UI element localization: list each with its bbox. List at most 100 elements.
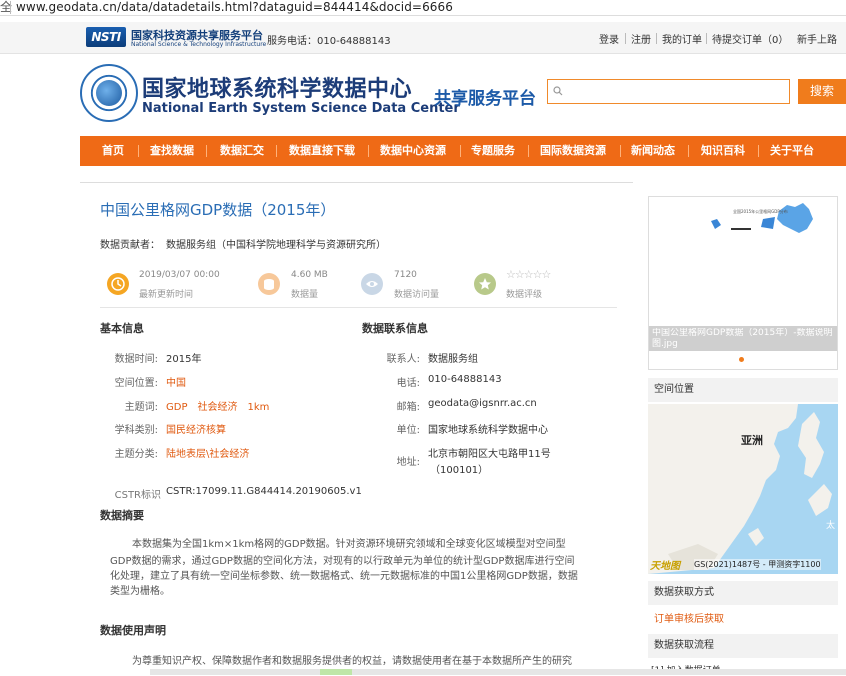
update-time-value: 2019/03/07 00:00 xyxy=(139,270,220,280)
email-label: 邮箱: xyxy=(396,402,420,413)
search-input[interactable] xyxy=(547,79,790,104)
abstract-line: 类型为栅格。 xyxy=(110,586,170,597)
org-label: 单位: xyxy=(396,425,420,436)
divider xyxy=(656,33,657,44)
usage-title: 数据使用声明 xyxy=(100,624,166,637)
location-map[interactable] xyxy=(648,404,838,574)
nsti-logo-subtitle: National Science & Technology Infrastruc… xyxy=(131,41,267,48)
org-value: 国家地球系统科学数据中心 xyxy=(428,425,548,436)
divider xyxy=(276,145,277,157)
pending-orders-link[interactable]: 待提交订单（0） xyxy=(712,31,788,46)
divider xyxy=(706,33,707,44)
nsti-logo-mark[interactable]: NSTI xyxy=(86,27,126,47)
divider xyxy=(625,33,626,44)
search-icon xyxy=(553,86,563,96)
nav-direct-download[interactable]: 数据直接下载 xyxy=(289,136,355,166)
discipline-label: 学科类别: xyxy=(114,425,158,436)
abstract-line: GDP数据的需求，通过GDP数据的空间化方法，对现有的以行政单元为单位的统计型G… xyxy=(110,556,575,567)
data-time-value: 2015年 xyxy=(166,354,202,365)
beginner-guide-link[interactable]: 新手上路 xyxy=(797,31,837,46)
content-panel xyxy=(80,182,633,675)
divider xyxy=(528,145,529,157)
spatial-location-label: 空间位置: xyxy=(114,378,158,389)
nav-intl-resources[interactable]: 国际数据资源 xyxy=(540,136,606,166)
login-link[interactable]: 登录 xyxy=(599,31,619,46)
dataset-title: 中国公里格网GDP数据（2015年） xyxy=(100,201,336,219)
access-process-heading: 数据获取流程 xyxy=(648,634,838,658)
email-value[interactable]: geodata@igsnrr.ac.cn xyxy=(428,398,537,409)
divider xyxy=(460,145,461,157)
carousel-dot[interactable] xyxy=(739,357,744,362)
cstr-value[interactable]: CSTR:17099.11.G844414.20190605.v1 xyxy=(166,486,362,497)
divider xyxy=(206,145,207,157)
tianditu-logo: 天地图 xyxy=(650,561,680,572)
nav-encyclopedia[interactable]: 知识百科 xyxy=(701,136,745,166)
keywords-value[interactable]: GDP 社会经济 1km xyxy=(166,398,269,413)
phone-label: 电话: xyxy=(396,378,420,389)
nav-find-data[interactable]: 查找数据 xyxy=(150,136,194,166)
divider xyxy=(138,145,139,157)
map-label-pacific: 太 xyxy=(826,521,836,531)
map-label-asia: 亚洲 xyxy=(741,434,763,447)
preview-map-image xyxy=(651,199,835,239)
site-title: 国家地球系统科学数据中心 xyxy=(142,77,413,102)
contributor-label: 数据贡献者： xyxy=(100,240,160,251)
scrollbar-thumb[interactable] xyxy=(320,669,352,675)
access-method-value[interactable]: 订单审核后获取 xyxy=(654,610,724,625)
site-title-en: National Earth System Science Data Cente… xyxy=(142,101,460,116)
discipline-value[interactable]: 国民经济核算 xyxy=(166,421,226,436)
contributor-value[interactable]: 数据服务组（中国科学院地理科学与资源研究所） xyxy=(166,236,386,251)
data-center-emblem-icon[interactable] xyxy=(80,64,138,122)
abstract-title: 数据摘要 xyxy=(100,509,144,522)
nav-topic-services[interactable]: 专题服务 xyxy=(471,136,515,166)
phone-value: 010-64888143 xyxy=(428,374,502,385)
access-method-heading: 数据获取方式 xyxy=(648,581,838,605)
nav-news[interactable]: 新闻动态 xyxy=(631,136,675,166)
preview-heading: 全国2015年公里格网GDP分布 xyxy=(733,209,788,214)
database-icon xyxy=(258,273,280,295)
nav-home[interactable]: 首页 xyxy=(102,136,124,166)
rating-stars[interactable]: ☆☆☆☆☆ xyxy=(506,268,551,281)
divider xyxy=(368,145,369,157)
eye-icon xyxy=(361,273,383,295)
contact-info-title: 数据联系信息 xyxy=(362,322,428,335)
data-size-value: 4.60 MB xyxy=(291,270,328,280)
search-button[interactable]: 搜索 xyxy=(798,79,846,104)
divider xyxy=(10,1,11,14)
nav-center-resources[interactable]: 数据中心资源 xyxy=(380,136,446,166)
my-orders-link[interactable]: 我的订单 xyxy=(662,31,702,46)
spatial-location-value[interactable]: 中国 xyxy=(166,374,186,389)
update-time-label: 最新更新时间 xyxy=(139,290,194,300)
clock-icon xyxy=(107,273,129,295)
star-badge-icon xyxy=(474,273,496,295)
divider xyxy=(758,145,759,157)
address-value: 北京市朝阳区大屯路甲11号 xyxy=(428,449,551,460)
nav-about[interactable]: 关于平台 xyxy=(770,136,814,166)
visits-label: 数据访问量 xyxy=(394,290,440,300)
abstract-line: 本数据集为全国1km×1km格网的GDP数据。针对资源环境研究领域和全球变化区域… xyxy=(132,539,566,550)
data-size-label: 数据量 xyxy=(291,290,319,300)
spatial-location-heading: 空间位置 xyxy=(648,378,838,402)
url-text[interactable]: www.geodata.cn/data/datadetails.html?dat… xyxy=(16,0,453,15)
category-label: 主题分类: xyxy=(114,449,158,460)
register-link[interactable]: 注册 xyxy=(631,31,651,46)
contact-person-label: 联系人: xyxy=(386,354,420,365)
divider xyxy=(100,307,617,308)
preview-caption[interactable]: 中国公里格网GDP数据（2015年）-数据说明图.jpg xyxy=(652,328,836,350)
keywords-label: 主题词: xyxy=(124,402,158,413)
service-phone: 服务电话：010-64888143 xyxy=(267,36,391,47)
divider xyxy=(688,145,689,157)
main-nav: 首页 查找数据 数据汇交 数据直接下载 数据中心资源 专题服务 国际数据资源 新… xyxy=(80,136,846,166)
category-value[interactable]: 陆地表层\社会经济 xyxy=(166,445,249,460)
data-time-label: 数据时间: xyxy=(114,354,158,365)
cstr-label: CSTR标识 xyxy=(114,490,161,501)
abstract-line: 化处理，建立了具有统一空间坐标参数、统一数据格式、统一元数据标准的中国1公里格网… xyxy=(110,571,578,582)
horizontal-scrollbar[interactable] xyxy=(150,669,846,675)
usage-text: 为尊重知识产权、保障数据作者和数据服务提供者的权益，请数据使用者在基于本数据所产… xyxy=(132,656,572,667)
address-bar[interactable]: 全 www.geodata.cn/data/datadetails.html?d… xyxy=(0,0,846,16)
rating-label: 数据评级 xyxy=(506,290,543,300)
map-license: GS(2021)1487号 - 甲测资字1100 xyxy=(694,559,821,570)
address-label: 地址: xyxy=(396,457,420,468)
nav-data-submit[interactable]: 数据汇交 xyxy=(220,136,264,166)
basic-info-title: 基本信息 xyxy=(100,322,144,335)
